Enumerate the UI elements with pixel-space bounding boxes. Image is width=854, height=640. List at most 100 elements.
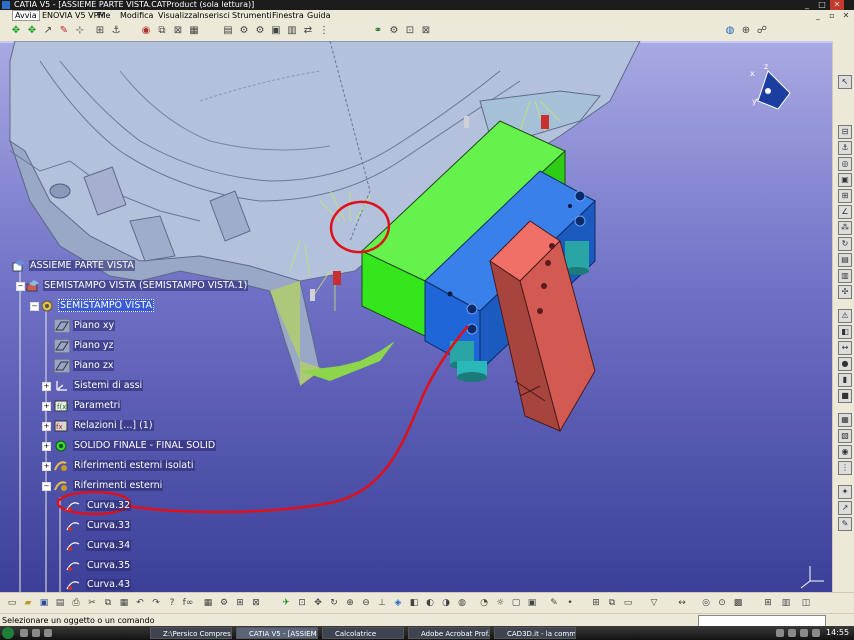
- sphere-icon[interactable]: ●: [838, 357, 852, 371]
- check-icon[interactable]: ⊠: [250, 597, 262, 609]
- menu-inserisci[interactable]: Inserisci: [195, 10, 232, 21]
- start-button[interactable]: [2, 627, 14, 639]
- collapse-toggle[interactable]: −: [42, 482, 51, 491]
- move-icon[interactable]: ✥: [26, 25, 38, 37]
- copy-icon[interactable]: ⧉: [102, 597, 114, 609]
- print-icon[interactable]: ⎙: [70, 597, 82, 609]
- scale-icon[interactable]: ▥: [780, 597, 792, 609]
- reuse-pattern-icon[interactable]: ⁂: [838, 221, 852, 235]
- knowledge-icon[interactable]: ⚙: [388, 25, 400, 37]
- cut-icon[interactable]: ✂: [86, 597, 98, 609]
- fly-mode-icon[interactable]: ✈: [280, 597, 292, 609]
- law-icon[interactable]: ⊞: [234, 597, 246, 609]
- shading-icon[interactable]: ◍: [456, 597, 468, 609]
- undo-icon[interactable]: ↶: [134, 597, 146, 609]
- formula-icon[interactable]: f∞: [182, 597, 194, 609]
- tree-item[interactable]: Piano xy: [54, 318, 116, 334]
- menu-avvia[interactable]: Avvia: [12, 10, 40, 21]
- menu-strumenti[interactable]: Strumenti: [230, 10, 274, 21]
- tree-item[interactable]: + fx Relazioni [...] (1): [42, 418, 154, 434]
- distance-icon[interactable]: ↔: [838, 341, 852, 355]
- select-icon[interactable]: ↖: [838, 75, 852, 89]
- sheet-icon[interactable]: ▤: [222, 25, 234, 37]
- new-icon[interactable]: ▭: [6, 597, 18, 609]
- expand-toggle[interactable]: +: [42, 422, 51, 431]
- measure-item-icon[interactable]: ◎: [700, 597, 712, 609]
- units-icon[interactable]: ▩: [732, 597, 744, 609]
- tree-level2[interactable]: − SEMISTAMPO VISTA: [28, 298, 154, 314]
- knowledge-icon[interactable]: ⚙: [218, 597, 230, 609]
- menu-guida[interactable]: Guida: [305, 10, 332, 21]
- section-icon[interactable]: ◧: [838, 325, 852, 339]
- tree-curve-item[interactable]: Curva.33: [66, 518, 132, 534]
- quicklaunch-icon[interactable]: [32, 629, 40, 637]
- catalog-icon[interactable]: ⊠: [172, 25, 184, 37]
- grid-icon[interactable]: ⋮: [838, 461, 852, 475]
- cascade-icon[interactable]: ⧉: [606, 597, 618, 609]
- bom-icon[interactable]: ▤: [838, 253, 852, 267]
- replace-icon[interactable]: ⇄: [302, 25, 314, 37]
- zoom-in-icon[interactable]: ⊕: [344, 597, 356, 609]
- inertia-icon[interactable]: ⊙: [716, 597, 728, 609]
- edge-icon[interactable]: ▢: [510, 597, 522, 609]
- taskbar-item[interactable]: Z:\Persico Compresi...: [150, 627, 232, 639]
- tray-volume-icon[interactable]: [788, 629, 796, 637]
- mdi-restore-button[interactable]: ▫: [826, 10, 838, 21]
- taskbar-item-active[interactable]: CATIA V5 - [ASSIEM...: [236, 627, 318, 639]
- taskbar-item[interactable]: Adobe Acrobat Prof...: [408, 627, 490, 639]
- close-button[interactable]: ✕: [830, 0, 844, 10]
- zoom-out-icon[interactable]: ⊖: [360, 597, 372, 609]
- tray-app-icon[interactable]: [800, 629, 808, 637]
- scene-icon[interactable]: ▦: [188, 25, 200, 37]
- help-icon[interactable]: ?: [166, 597, 178, 609]
- taskbar-item[interactable]: Calcolatrice: [322, 627, 404, 639]
- explode-icon[interactable]: ⊹: [74, 25, 86, 37]
- cylinder-icon[interactable]: ▮: [838, 373, 852, 387]
- tree-level1[interactable]: − SEMISTAMPO VISTA (SEMISTAMPO VISTA.1): [16, 278, 249, 294]
- render-icon[interactable]: ◉: [838, 445, 852, 459]
- lights-icon[interactable]: ☼: [494, 597, 506, 609]
- snap-icon[interactable]: ✎: [58, 25, 70, 37]
- tree-item[interactable]: Piano yz: [54, 338, 115, 354]
- wire-icon[interactable]: ▣: [526, 597, 538, 609]
- annotation-icon[interactable]: ✎: [838, 517, 852, 531]
- menu-visualizza[interactable]: Visualizza: [156, 10, 199, 21]
- tray-network-icon[interactable]: [776, 629, 784, 637]
- mdi-minimize-button[interactable]: _: [812, 10, 824, 21]
- cube-icon[interactable]: ■: [838, 389, 852, 403]
- layer-icon[interactable]: ▦: [838, 413, 852, 427]
- quicklaunch-icon[interactable]: [20, 629, 28, 637]
- offset-icon[interactable]: ⊞: [838, 189, 852, 203]
- tray-app-icon[interactable]: [812, 629, 820, 637]
- measure-icon[interactable]: ◉: [140, 25, 152, 37]
- front-view-icon[interactable]: ◧: [408, 597, 420, 609]
- shading-icon[interactable]: ▧: [838, 429, 852, 443]
- fix-component-icon[interactable]: ⚓: [838, 141, 852, 155]
- tree-item[interactable]: − Riferimenti esterni: [42, 478, 164, 494]
- compare-icon[interactable]: ⚭: [372, 25, 384, 37]
- open-icon[interactable]: ▰: [22, 597, 34, 609]
- tools-icon[interactable]: ✦: [838, 485, 852, 499]
- update-icon[interactable]: ↻: [838, 237, 852, 251]
- minimize-button[interactable]: _: [800, 0, 814, 10]
- rotate-icon[interactable]: ↻: [328, 597, 340, 609]
- explode-icon[interactable]: ✣: [838, 285, 852, 299]
- mdi-close-button[interactable]: ✕: [840, 10, 852, 21]
- tree-item[interactable]: + Sistemi di assi: [42, 378, 144, 394]
- component-icon[interactable]: ⚙: [254, 25, 266, 37]
- maximize-button[interactable]: □: [815, 0, 829, 10]
- enovia-icon[interactable]: ◍: [724, 25, 736, 37]
- analysis-icon[interactable]: ⧉: [156, 25, 168, 37]
- menu-file[interactable]: File: [95, 10, 112, 21]
- tile-icon[interactable]: ⊞: [590, 597, 602, 609]
- menu-modifica[interactable]: Modifica: [118, 10, 155, 21]
- zoom-step-icon[interactable]: ⊞: [762, 597, 774, 609]
- part-icon[interactable]: ▣: [270, 25, 282, 37]
- expand-toggle[interactable]: +: [42, 442, 51, 451]
- graph-icon[interactable]: ⋮: [318, 25, 330, 37]
- redo-icon[interactable]: ↷: [150, 597, 162, 609]
- scene-icon[interactable]: ▥: [838, 269, 852, 283]
- clock[interactable]: 14:55: [826, 626, 849, 640]
- 3d-viewport[interactable]: x y z ASSIEME PARTE VISTA − SEMISTAMPO V…: [0, 41, 832, 592]
- expand-toggle[interactable]: +: [42, 462, 51, 471]
